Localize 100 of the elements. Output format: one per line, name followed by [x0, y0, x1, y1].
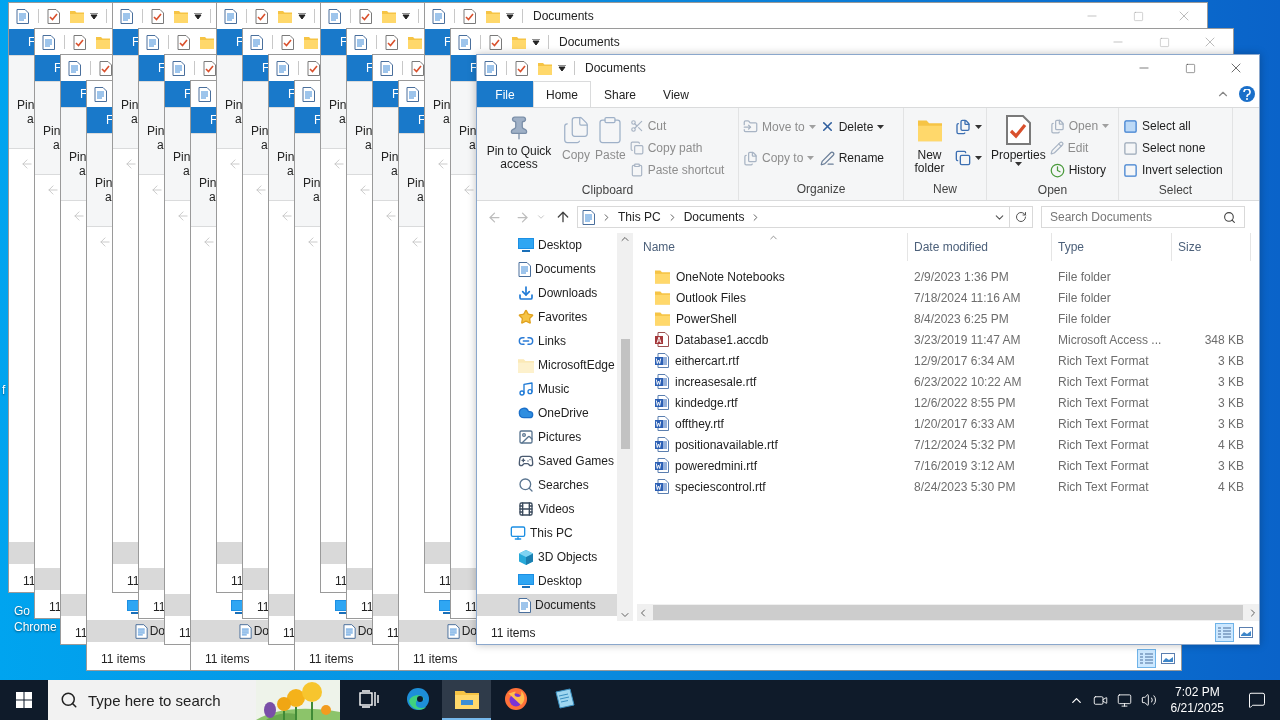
ribbon-button[interactable]: Pin to Quick access — [481, 111, 557, 181]
properties-icon[interactable] — [515, 60, 528, 76]
document-icon[interactable] — [94, 86, 107, 102]
file-row[interactable]: offthey.rtf 1/20/2017 6:33 AM Rich Text Format 3 KB — [637, 413, 1259, 434]
volume-icon[interactable] — [1140, 692, 1157, 708]
vertical-scrollbar[interactable] — [617, 233, 633, 621]
taskbar-app-button[interactable] — [442, 680, 491, 720]
folder-icon[interactable] — [382, 9, 396, 23]
caret-icon[interactable] — [90, 13, 98, 19]
properties-icon[interactable] — [307, 60, 320, 76]
folder-icon[interactable] — [408, 35, 422, 49]
column-header[interactable]: Type — [1052, 233, 1172, 261]
properties-icon[interactable] — [281, 34, 294, 50]
properties-icon[interactable] — [203, 60, 216, 76]
document-icon[interactable] — [458, 34, 471, 50]
properties-icon[interactable] — [463, 8, 476, 24]
file-row[interactable]: eithercart.rtf 12/9/2017 6:34 AM Rich Text Format 3 KB — [637, 350, 1259, 371]
column-header[interactable]: Size — [1172, 233, 1251, 261]
breadcrumb[interactable]: Documents — [683, 210, 745, 224]
file-row[interactable]: Outlook Files 7/18/2024 11:16 AM File folder — [637, 287, 1259, 308]
details-view-button[interactable] — [1215, 623, 1234, 642]
column-header[interactable]: Date modified — [908, 233, 1052, 261]
sidebar-item[interactable]: Music — [477, 378, 617, 400]
caret-icon[interactable] — [532, 39, 540, 45]
folder-icon[interactable] — [70, 9, 84, 23]
address-bar[interactable]: This PC Documents — [577, 206, 1033, 228]
ribbon-button[interactable]: History — [1049, 159, 1110, 181]
folder-icon[interactable] — [538, 61, 552, 75]
ribbon-button[interactable]: Invert selection — [1123, 159, 1223, 181]
folder-icon[interactable] — [174, 9, 188, 23]
caret-icon[interactable] — [298, 13, 306, 19]
file-row[interactable]: poweredmini.rtf 7/16/2019 3:12 AM Rich Text Format 3 KB — [637, 455, 1259, 476]
properties-icon[interactable] — [411, 60, 424, 76]
document-icon[interactable] — [146, 34, 159, 50]
document-icon[interactable] — [328, 8, 341, 24]
caret-icon[interactable] — [402, 13, 410, 19]
sidebar-item[interactable]: MicrosoftEdge — [477, 354, 617, 376]
caret-icon[interactable] — [506, 13, 514, 19]
column-header[interactable]: Name — [637, 233, 908, 261]
properties-icon[interactable] — [47, 8, 60, 24]
ribbon-tab[interactable]: File — [477, 81, 533, 107]
sidebar-item[interactable]: 3D Objects — [477, 546, 617, 568]
properties-icon[interactable] — [359, 8, 372, 24]
file-row[interactable]: positionavailable.rtf 7/12/2024 5:32 PM Rich Text Format 4 KB — [637, 434, 1259, 455]
document-icon[interactable] — [68, 60, 81, 76]
properties-icon[interactable] — [385, 34, 398, 50]
ribbon-tab[interactable]: Home — [533, 81, 591, 107]
ribbon-button[interactable]: Delete — [819, 115, 885, 138]
ribbon-button[interactable]: New folder — [908, 111, 951, 180]
horizontal-scrollbar[interactable] — [637, 604, 1259, 621]
ribbon-button[interactable]: Select all — [1123, 115, 1223, 137]
forward-arrow-icon[interactable] — [515, 209, 530, 225]
document-icon[interactable] — [16, 8, 29, 24]
folder-icon[interactable] — [304, 35, 318, 49]
file-row[interactable]: kindedge.rtf 12/6/2022 8:55 PM Rich Text Format 3 KB — [637, 392, 1259, 413]
folder-icon[interactable] — [512, 35, 526, 49]
document-icon[interactable] — [198, 86, 211, 102]
document-icon[interactable] — [354, 34, 367, 50]
sidebar-item[interactable]: Searches — [477, 474, 617, 496]
document-icon[interactable] — [432, 8, 445, 24]
document-icon[interactable] — [302, 86, 315, 102]
taskbar-search-field[interactable]: Type here to search — [48, 680, 340, 720]
selected-nav-row[interactable]: Do — [191, 620, 269, 642]
sidebar-item[interactable]: Documents — [477, 258, 617, 280]
ribbon-button[interactable]: Select none — [1123, 137, 1223, 159]
folder-icon[interactable] — [486, 9, 500, 23]
caret-icon[interactable] — [194, 13, 202, 19]
document-icon[interactable] — [224, 8, 237, 24]
ribbon-button[interactable]: Properties — [991, 111, 1046, 181]
properties-icon[interactable] — [99, 60, 112, 76]
properties-icon[interactable] — [177, 34, 190, 50]
file-row[interactable]: PowerShell 8/4/2023 6:25 PM File folder — [637, 308, 1259, 329]
file-row[interactable]: speciescontrol.rtf 8/24/2023 5:30 PM Rich Text Format 4 KB — [637, 476, 1259, 497]
clock[interactable]: 7:02 PM 6/21/2025 — [1160, 684, 1234, 716]
document-icon[interactable] — [120, 8, 133, 24]
search-field[interactable]: Search Documents — [1041, 206, 1245, 228]
caret-icon[interactable] — [558, 65, 566, 71]
properties-icon[interactable] — [73, 34, 86, 50]
sidebar-item[interactable]: Pictures — [477, 426, 617, 448]
sidebar-item[interactable]: OneDrive — [477, 402, 617, 424]
file-row[interactable]: Database1.accdb 3/23/2019 11:47 AM Microsoft Access ... 348 KB — [637, 329, 1259, 350]
sidebar-item[interactable]: Downloads — [477, 282, 617, 304]
folder-icon[interactable] — [278, 9, 292, 23]
sidebar-item[interactable]: Desktop — [477, 234, 617, 256]
document-icon[interactable] — [484, 60, 497, 76]
notifications-icon[interactable] — [1248, 691, 1266, 709]
recent-locations-icon[interactable] — [536, 212, 546, 222]
properties-icon[interactable] — [151, 8, 164, 24]
file-row[interactable]: OneNote Notebooks 2/9/2023 1:36 PM File folder — [637, 266, 1259, 287]
document-icon[interactable] — [276, 60, 289, 76]
document-icon[interactable] — [42, 34, 55, 50]
sidebar-item[interactable]: This PC — [477, 522, 617, 544]
file-row[interactable]: increasesale.rtf 6/23/2022 10:22 AM Rich Text Format 3 KB — [637, 371, 1259, 392]
document-icon[interactable] — [406, 86, 419, 102]
sidebar-item[interactable]: Favorites — [477, 306, 617, 328]
help-icon[interactable] — [1239, 86, 1255, 102]
document-icon[interactable] — [380, 60, 393, 76]
sidebar-item[interactable]: Links — [477, 330, 617, 352]
up-arrow-icon[interactable] — [555, 209, 571, 225]
scrollbar-thumb[interactable] — [620, 339, 630, 449]
